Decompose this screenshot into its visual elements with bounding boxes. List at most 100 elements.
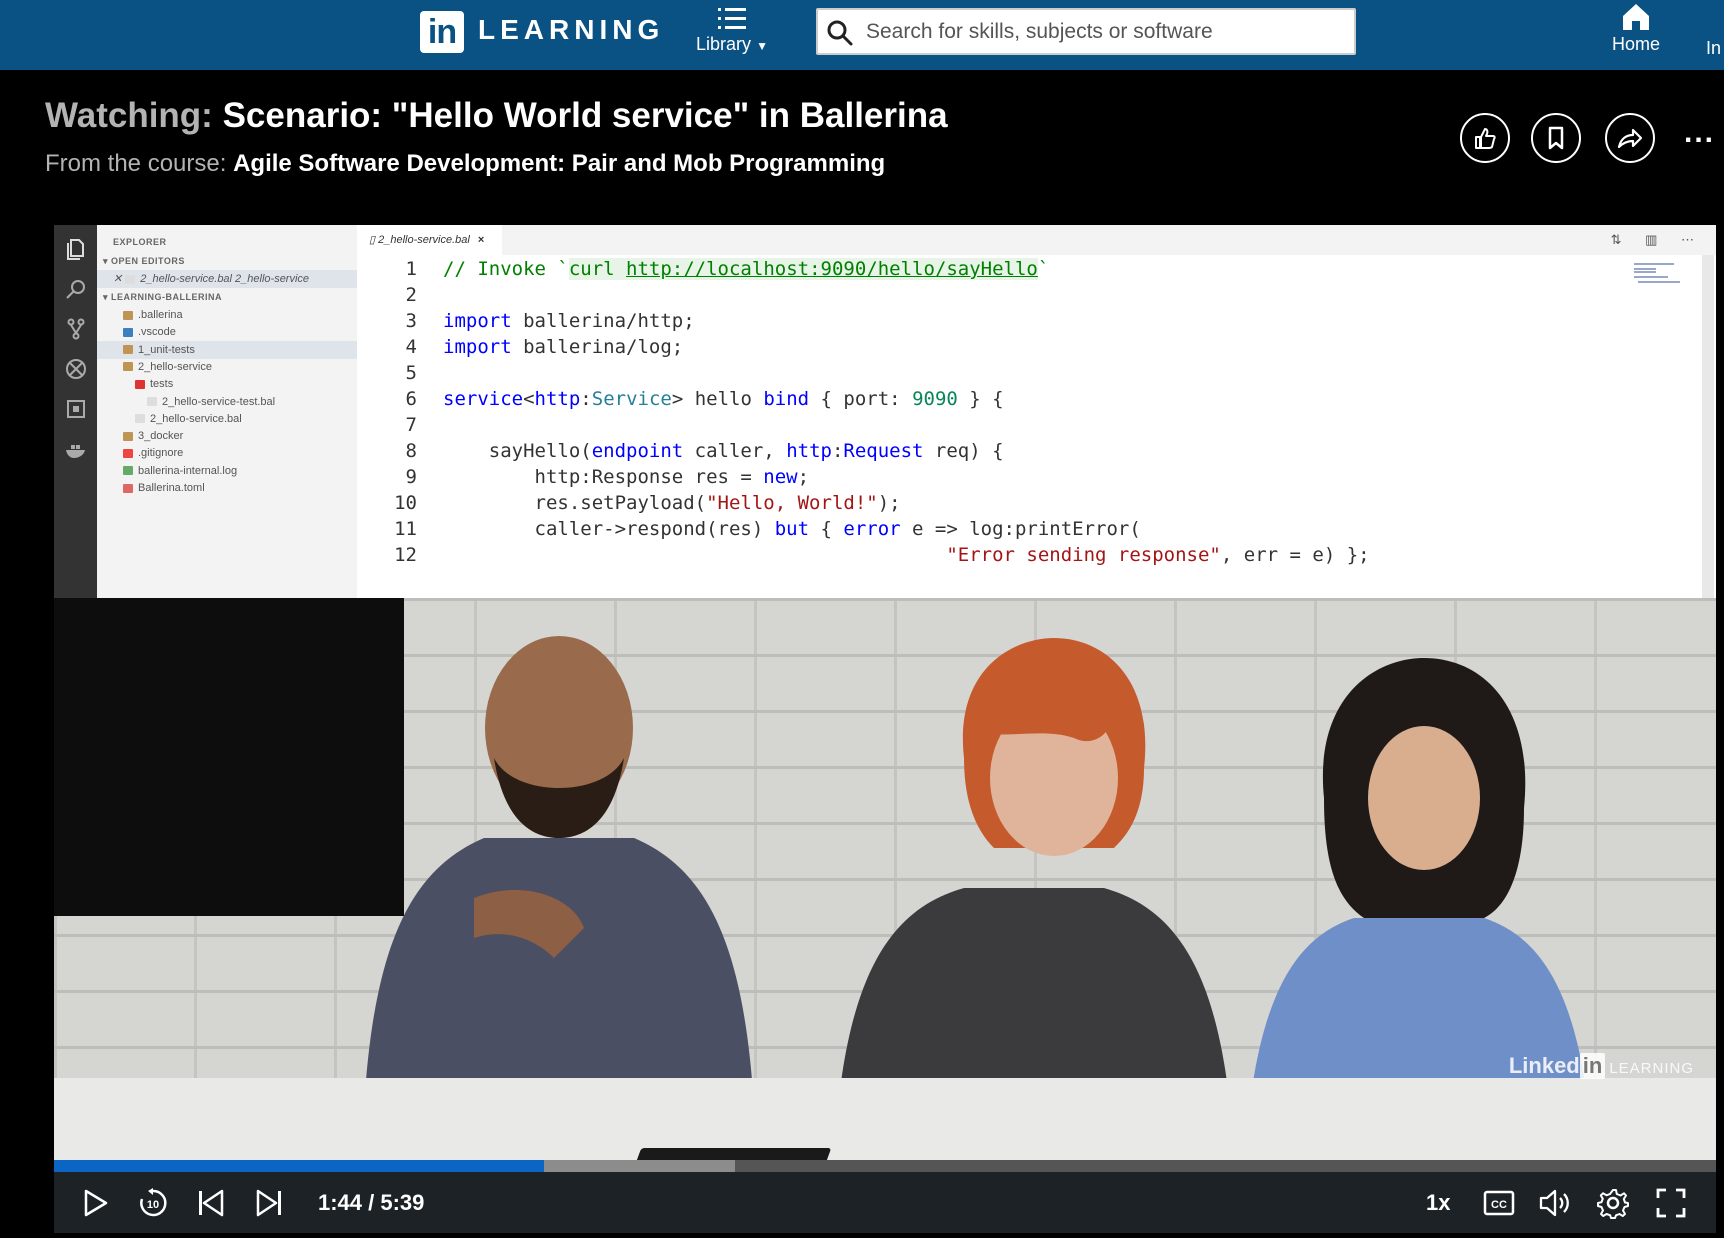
code-line: "Error sending response", err = e) }; — [946, 544, 1370, 566]
docker-icon — [66, 445, 85, 458]
code-line: // Invoke `curl http://localhost:9090/he… — [443, 258, 1050, 280]
folder-icon — [135, 379, 145, 389]
video-editor-frame: EXPLORER ▾ OPEN EDITORS ✕ 2_hello-servic… — [54, 225, 1716, 598]
file-tree-item[interactable]: 2_hello-service.bal — [97, 410, 357, 428]
file-tree-item[interactable]: ballerina-internal.log — [97, 462, 357, 480]
player-controls: 10 1:44 / 5:39 1x CC — [54, 1172, 1716, 1233]
close-tab-icon[interactable]: × — [478, 234, 484, 246]
code-line: import ballerina/http; — [443, 310, 695, 332]
home-label: Home — [1611, 34, 1660, 54]
play-icon — [84, 1189, 108, 1217]
rewind-10-button[interactable]: 10 — [134, 1184, 172, 1222]
learning-logo-text[interactable]: LEARNING — [478, 14, 664, 46]
next-video-button[interactable] — [250, 1184, 288, 1222]
svg-text:10: 10 — [147, 1199, 159, 1211]
playback-speed-button[interactable]: 1x — [1426, 1190, 1450, 1216]
files-icon — [67, 239, 84, 260]
file-tree-item[interactable]: 3_docker — [97, 427, 357, 445]
minimap[interactable] — [1634, 261, 1694, 285]
video-player[interactable]: EXPLORER ▾ OPEN EDITORS ✕ 2_hello-servic… — [54, 225, 1716, 1233]
line-number: 11 — [394, 518, 417, 540]
play-button[interactable] — [76, 1184, 114, 1222]
from-course-label: From the course: — [45, 150, 227, 177]
line-number: 2 — [405, 284, 417, 306]
library-menu-button[interactable]: Library ▼ — [690, 4, 774, 66]
file-tree-item[interactable]: .vscode — [97, 323, 357, 341]
project-header[interactable]: ▾ LEARNING-BALLERINA — [103, 288, 363, 306]
file-tree-item[interactable]: 2_hello-service — [97, 358, 357, 376]
home-nav-button[interactable]: Home — [1600, 0, 1672, 64]
folder-icon — [123, 345, 133, 355]
file-icon — [125, 274, 136, 284]
gear-icon — [1597, 1189, 1629, 1219]
file-explorer: EXPLORER ▾ OPEN EDITORS ✕ 2_hello-servic… — [97, 225, 357, 598]
course-link[interactable]: Agile Software Development: Pair and Mob… — [233, 150, 885, 177]
folder-icon — [147, 397, 157, 407]
code-editor[interactable]: 1 // Invoke `curl http://localhost:9090/h… — [357, 255, 1697, 598]
code-line: caller->respond(res) but { error e => lo… — [443, 518, 1141, 540]
search-input[interactable] — [866, 16, 1346, 48]
settings-button[interactable] — [1594, 1184, 1632, 1222]
captions-button[interactable]: CC — [1480, 1184, 1518, 1222]
source-control-icon — [67, 318, 85, 340]
skip-next-icon — [256, 1189, 281, 1217]
code-line: http:Response res = new; — [443, 466, 810, 488]
skip-previous-icon — [199, 1189, 224, 1217]
save-button[interactable] — [1531, 113, 1581, 163]
video-scene: Linked in LEARNING — [54, 598, 1716, 1233]
folder-icon — [123, 448, 133, 458]
debug-icon — [66, 359, 86, 379]
line-number: 8 — [405, 440, 417, 462]
file-tree-item[interactable]: tests — [97, 375, 357, 393]
editor-scrollbar[interactable] — [1702, 255, 1714, 598]
code-line: sayHello(endpoint caller, http:Request r… — [443, 440, 1004, 462]
search-icon — [66, 280, 85, 299]
code-line: service<http:Service> hello bind { port:… — [443, 388, 1004, 410]
time-display: 1:44 / 5:39 — [318, 1190, 425, 1215]
file-tree-item[interactable]: 2_hello-service-test.bal — [97, 393, 357, 411]
library-label: Library — [696, 34, 752, 54]
thumbs-up-icon — [1475, 128, 1496, 149]
rewind-10-icon: 10 — [140, 1188, 167, 1217]
closed-captions-icon: CC — [1483, 1190, 1515, 1216]
editor-tabbar: ▯ 2_hello-service.bal × ⇅ ▥ ⋯ — [357, 225, 1716, 255]
line-number: 12 — [394, 544, 417, 566]
svg-text:CC: CC — [1491, 1199, 1507, 1211]
editor-actions[interactable]: ⇅ ▥ ⋯ — [1611, 232, 1704, 248]
share-icon — [1617, 128, 1643, 149]
video-title: Watching: Scenario: "Hello World service… — [45, 96, 948, 136]
tab-hello-service[interactable]: ▯ 2_hello-service.bal × — [357, 225, 502, 255]
course-subtitle: From the course: Agile Software Developm… — [45, 150, 885, 178]
folder-icon — [123, 362, 133, 372]
progress-bar[interactable] — [54, 1160, 1716, 1172]
code-line: import ballerina/log; — [443, 336, 684, 358]
presenter-man — [364, 636, 754, 1108]
open-editor-item[interactable]: ✕ 2_hello-service.bal 2_hello-service — [97, 270, 357, 288]
folder-icon — [135, 414, 145, 424]
folder-icon — [123, 310, 133, 320]
fullscreen-button[interactable] — [1652, 1184, 1690, 1222]
search-box[interactable] — [816, 8, 1356, 55]
file-tree-item[interactable]: Ballerina.toml — [97, 479, 357, 497]
video-watermark: Linked in LEARNING — [1508, 1053, 1694, 1079]
home-icon — [1623, 4, 1649, 30]
explorer-title: EXPLORER — [113, 237, 167, 247]
linkedin-logo[interactable]: in — [420, 11, 464, 53]
like-button[interactable] — [1460, 113, 1510, 163]
activity-bar — [54, 225, 97, 598]
nav-item-partial[interactable]: In — [1706, 38, 1721, 59]
volume-button[interactable] — [1536, 1184, 1574, 1222]
more-options-button[interactable]: ... — [1684, 116, 1715, 150]
folder-icon — [123, 466, 133, 476]
fullscreen-icon — [1656, 1188, 1686, 1218]
line-number: 10 — [394, 492, 417, 514]
file-tree-item[interactable]: 1_unit-tests — [97, 340, 357, 359]
file-tree-item[interactable]: .ballerina — [97, 306, 357, 324]
watching-label: Watching: — [45, 96, 213, 135]
open-editors-header[interactable]: ▾ OPEN EDITORS — [103, 252, 363, 270]
played-bar — [54, 1160, 545, 1172]
share-button[interactable] — [1605, 113, 1655, 163]
file-tree-item[interactable]: .gitignore — [97, 444, 357, 462]
previous-video-button[interactable] — [192, 1184, 230, 1222]
file-icon: ▯ — [369, 234, 376, 246]
